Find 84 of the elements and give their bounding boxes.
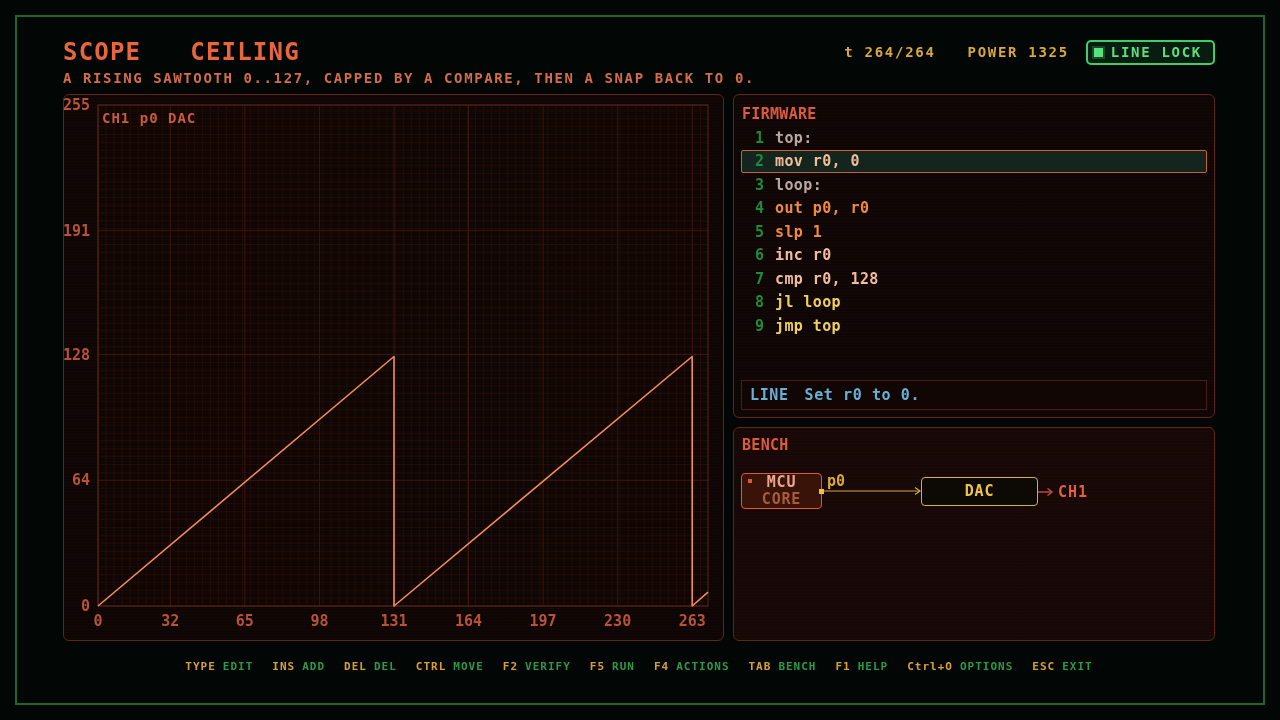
code-row[interactable]: 2 mov r0, 0 [741,149,1207,173]
code-text: slp 1 [775,222,823,241]
line-number: 3 [755,175,766,194]
output-label: CH1 [1058,484,1089,501]
tick-counter: t 264/264 [844,44,936,60]
shortcut-action: DEL [373,660,397,674]
axis-tick-label: 164 [454,612,483,630]
shortcut-action: ACTIONS [676,660,730,674]
shortcut-key: F4 [653,660,670,674]
line-number: 5 [755,222,766,241]
shortcut-action: EDIT [222,660,254,674]
screen-subtitle: A RISING SAWTOOTH 0..127, CAPPED BY A COMPARE, THEN A SNAP BACK TO 0. [63,70,756,86]
code-text: jl loop [775,293,841,312]
code-row[interactable]: 5 slp 1 [741,220,1207,244]
node-label: MCU [766,474,797,491]
line-number: 9 [755,316,766,335]
shortcut-action: HELP [857,660,889,674]
axis-tick-label: 65 [235,612,254,630]
shortcut-key: INS [272,660,296,674]
shortcut-key: F1 [835,660,851,674]
code-text: inc r0 [775,246,832,265]
shortcut-key: TYPE [185,660,216,674]
port-icon [819,489,824,494]
line-number: 7 [755,269,766,288]
axis-tick-label: 64 [71,471,90,490]
shortcut-key: F2 [502,660,518,674]
diagram-node[interactable]: MCU CORE [741,473,822,509]
code-text: cmp r0, 128 [775,269,879,288]
panel-title: BENCH [741,437,790,453]
screen-title: CEILING [190,38,300,66]
code-row[interactable]: 4 out p0, r0 [741,196,1207,220]
shortcut-key: CTRL [415,660,447,674]
shortcut-action: BENCH [778,660,817,674]
line-lock-toggle[interactable]: LINE LOCK [1085,39,1215,65]
code-text: loop: [775,175,823,194]
shortcut-key: Ctrl+O [907,660,953,674]
node-label: CORE [761,491,802,508]
line-number: 2 [755,152,766,171]
info-text: Set r0 to 0. [804,386,921,404]
connector-arrow [1036,487,1054,497]
shortcut-action: EXIT [1062,660,1093,674]
code-row[interactable]: 6 inc r0 [741,243,1207,267]
info-label: LINE [750,386,789,404]
axis-tick-label: 191 [62,221,90,240]
shortcut-action: MOVE [453,660,484,674]
shortcut-action: OPTIONS [960,660,1014,674]
shortcut-action: RUN [612,660,635,674]
line-number: 4 [755,199,766,218]
code-text: top: [775,128,813,147]
shortcut-action: ADD [302,660,325,674]
chart-title: CH1 p0 DAC [102,110,197,126]
axis-tick-label: 230 [604,612,632,630]
line-number: 8 [755,293,766,312]
code-row[interactable]: 7 cmp r0, 128 [741,267,1207,291]
axis-tick-label: 263 [678,612,706,630]
screen-title: SCOPE [63,38,142,66]
code-text: mov r0, 0 [775,152,860,171]
code-row[interactable]: 8 jl loop [741,290,1207,314]
shortcut-key: F5 [589,660,605,674]
node-label: DAC [964,483,995,500]
shortcut-key: DEL [344,660,367,674]
port-label: p0 [827,473,846,490]
line-number: 1 [755,128,766,147]
axis-tick-label: 197 [529,612,557,630]
axis-tick-label: 128 [62,345,90,364]
axis-tick-label: 131 [380,612,408,630]
code-row[interactable]: 1 top: [741,126,1207,150]
code-text: jmp top [775,316,841,335]
axis-tick-label: 0 [93,612,103,630]
axis-tick-label: 98 [310,612,329,630]
power-readout: POWER 1325 [967,44,1069,60]
axis-tick-label: 32 [161,612,180,630]
shortcut-action: VERIFY [525,660,571,674]
shortcut-key: TAB [748,660,772,674]
diagram-node[interactable]: DAC [921,477,1038,506]
axis-tick-label: 255 [62,96,90,114]
line-number: 6 [755,246,766,265]
code-row[interactable]: 9 jmp top [741,314,1207,338]
axis-tick-label: 0 [80,597,90,615]
node-indicator-icon [748,479,752,483]
code-text: out p0, r0 [775,199,870,218]
shortcut-key: ESC [1032,660,1056,674]
code-row[interactable]: 3 loop: [741,173,1207,197]
panel-title: FIRMWARE [741,106,818,122]
